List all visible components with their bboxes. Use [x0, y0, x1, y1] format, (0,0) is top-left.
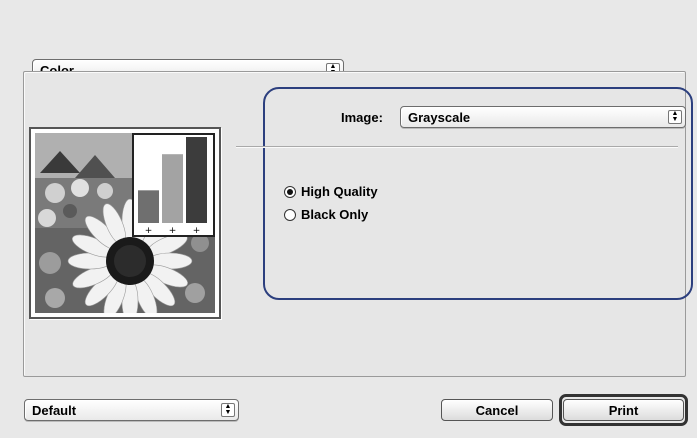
radio-unselected-icon[interactable]	[284, 208, 296, 221]
radio-black-only-label: Black Only	[301, 207, 369, 222]
print-dialog: Color ▲▼	[0, 0, 697, 438]
print-button[interactable]: Print	[563, 399, 684, 421]
section-divider	[236, 146, 678, 148]
bar-tick-mark: +	[193, 226, 201, 235]
sample-bar-chart: + + +	[138, 137, 207, 236]
radio-high-quality-label: High Quality	[301, 184, 378, 199]
bar-tick-mark: +	[169, 226, 177, 235]
radio-selected-icon[interactable]	[284, 185, 296, 198]
sample-bar	[162, 154, 183, 223]
preset-popup-value: Default	[32, 402, 77, 418]
image-popup[interactable]: Grayscale ▲ ▼	[400, 106, 686, 128]
color-chart-card: + + +	[132, 133, 215, 237]
image-popup-value: Grayscale	[408, 109, 471, 125]
preset-popup[interactable]: Default ▲ ▼	[24, 399, 239, 421]
bar-tick-mark: +	[145, 226, 153, 235]
popup-arrows-icon: ▲▼	[668, 110, 682, 124]
image-label: Image:	[341, 110, 383, 125]
sample-bar	[186, 137, 207, 223]
cancel-button[interactable]: Cancel	[441, 399, 553, 421]
radio-high-quality[interactable]: High Quality	[284, 184, 378, 199]
popup-arrows-icon: ▲▼	[221, 403, 235, 417]
radio-black-only[interactable]: Black Only	[284, 207, 368, 222]
sample-bar	[138, 190, 159, 223]
